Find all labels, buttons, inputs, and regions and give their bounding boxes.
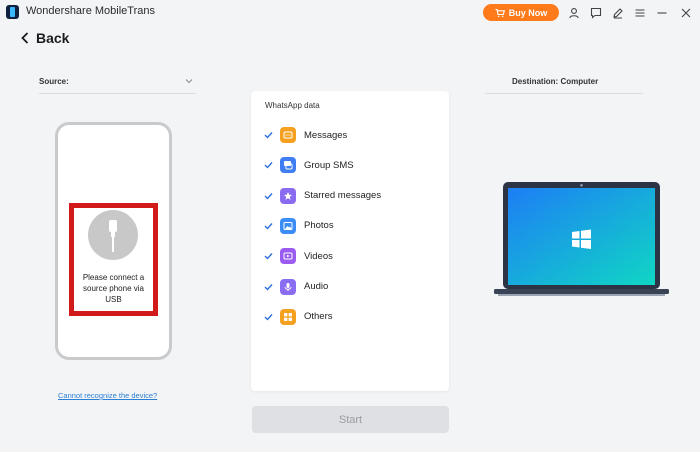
start-label: Start <box>338 413 363 426</box>
destination-label: Destination: Computer <box>512 77 599 86</box>
data-item-label: Starred messages <box>304 190 382 202</box>
cart-icon <box>495 8 505 17</box>
edit-icon[interactable] <box>612 6 624 19</box>
start-button[interactable]: Start <box>252 406 449 433</box>
data-item-audio[interactable]: Audio <box>264 278 328 296</box>
computer-laptop-icon <box>494 182 669 296</box>
data-item-label: Group SMS <box>304 159 354 171</box>
source-label: Source: <box>39 77 69 86</box>
videos-icon <box>280 248 296 265</box>
data-item-group-sms[interactable]: Group SMS <box>264 156 354 174</box>
data-item-label: Others <box>304 311 333 323</box>
data-item-messages[interactable]: Messages <box>264 126 347 144</box>
data-item-label: Photos <box>304 220 334 232</box>
destination-row: Destination: Computer <box>485 77 643 94</box>
cannot-recognize-link[interactable]: Cannot recognize the device? <box>58 391 157 400</box>
checkmark-icon[interactable] <box>264 161 273 169</box>
checkmark-icon[interactable] <box>264 283 273 291</box>
data-item-label: Messages <box>304 129 348 141</box>
buy-now-label: Buy Now <box>508 7 548 18</box>
app-title: Wondershare MobileTrans <box>26 5 156 17</box>
photos-icon <box>280 217 296 234</box>
buy-now-button[interactable]: Buy Now <box>483 4 559 21</box>
data-item-videos[interactable]: Videos <box>264 247 333 265</box>
panel-title: WhatsApp data <box>265 101 320 110</box>
checkmark-icon[interactable] <box>264 131 273 139</box>
menu-icon[interactable] <box>634 6 646 18</box>
app-logo-icon <box>6 5 19 19</box>
chevron-left-icon <box>21 32 29 44</box>
minimize-icon[interactable] <box>656 6 668 18</box>
chevron-down-icon <box>185 79 193 84</box>
audio-icon <box>280 278 296 295</box>
back-button[interactable]: Back <box>21 30 69 46</box>
back-label: Back <box>36 30 70 46</box>
data-item-starred-messages[interactable]: Starred messages <box>264 187 381 205</box>
checkmark-icon[interactable] <box>264 252 273 260</box>
group-sms-icon <box>280 157 296 174</box>
data-item-others[interactable]: Others <box>264 308 333 326</box>
messages-icon <box>280 127 296 143</box>
data-item-photos[interactable]: Photos <box>264 217 334 235</box>
others-icon <box>280 308 296 325</box>
data-item-label: Videos <box>304 250 333 262</box>
source-selector[interactable]: Source: <box>39 77 196 94</box>
whatsapp-data-panel: WhatsApp data Messages Group SMS Starred m… <box>251 91 449 391</box>
checkmark-icon[interactable] <box>264 192 273 200</box>
starred-messages-icon <box>280 187 296 204</box>
checkmark-icon[interactable] <box>264 222 273 230</box>
account-icon[interactable] <box>568 6 580 19</box>
feedback-icon[interactable] <box>590 6 602 19</box>
close-icon[interactable] <box>680 6 692 18</box>
checkmark-icon[interactable] <box>264 313 273 321</box>
usb-cable-icon <box>88 210 138 260</box>
connect-message: Please connect a source phone via USB <box>82 273 145 304</box>
title-bar: Wondershare MobileTrans Buy Now <box>0 0 700 24</box>
data-item-label: Audio <box>304 281 329 292</box>
